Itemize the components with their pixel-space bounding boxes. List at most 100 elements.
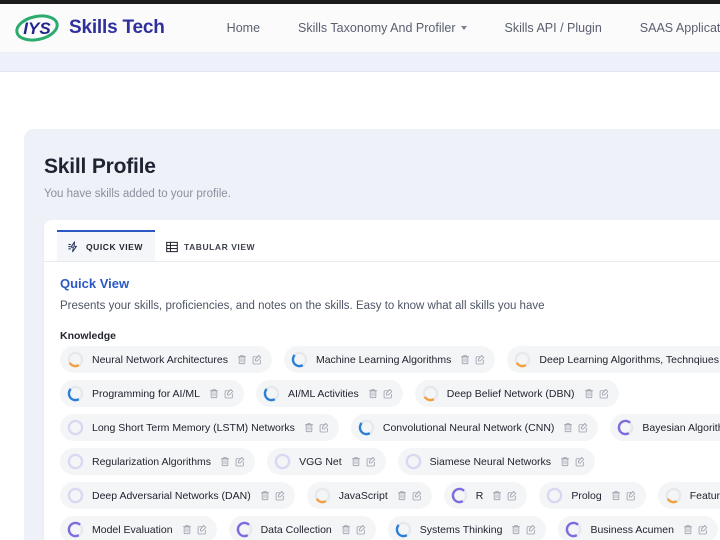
trash-icon[interactable] [560, 456, 570, 467]
trash-icon[interactable] [611, 490, 621, 501]
tab-tabular-view[interactable]: TABULAR VIEW [155, 230, 267, 261]
edit-icon[interactable] [475, 354, 485, 365]
skill-chip[interactable]: Feature Engineering [657, 482, 720, 509]
trash-icon[interactable] [368, 388, 378, 399]
nav-links: Home Skills Taxonomy And Profiler Skills… [227, 21, 720, 35]
proficiency-ring-icon [422, 385, 439, 402]
edit-icon[interactable] [526, 524, 536, 535]
page-content: Skill Profile You have skills added to y… [0, 72, 720, 540]
proficiency-ring-icon [395, 521, 412, 538]
skill-chip[interactable]: Long Short Term Memory (LSTM) Networks [60, 414, 339, 441]
trash-icon[interactable] [209, 388, 219, 399]
nav-accent-strip [0, 53, 720, 72]
edit-icon[interactable] [412, 490, 422, 501]
skill-chip-label: Long Short Term Memory (LSTM) Networks [92, 421, 295, 434]
edit-icon[interactable] [698, 524, 708, 535]
trash-icon[interactable] [563, 422, 573, 433]
skill-chip[interactable]: Prolog [539, 482, 646, 509]
edit-icon[interactable] [578, 422, 588, 433]
edit-icon[interactable] [275, 490, 285, 501]
skill-chip[interactable]: R [443, 482, 528, 509]
nav-item-skills-taxonomy-and-profiler[interactable]: Skills Taxonomy And Profiler [298, 21, 467, 35]
skill-chip-row: Deep Adversarial Networks (DAN) JavaScrip… [60, 482, 720, 509]
tab-label: TABULAR VIEW [183, 241, 256, 252]
proficiency-ring-icon [515, 351, 531, 368]
edit-icon[interactable] [575, 456, 585, 467]
trash-icon[interactable] [182, 524, 192, 535]
trash-icon[interactable] [584, 388, 594, 399]
trash-icon[interactable] [460, 354, 470, 365]
trash-icon[interactable] [351, 456, 361, 467]
skill-chip-label: Prolog [571, 489, 602, 502]
skill-chip[interactable]: Deep Adversarial Networks (DAN) [60, 482, 295, 509]
skill-chip-label: Deep Belief Network (DBN) [446, 387, 575, 400]
skill-chip[interactable]: Systems Thinking [387, 516, 547, 540]
proficiency-ring-icon [67, 351, 84, 368]
skill-chip-label: R [475, 489, 484, 502]
skill-chip[interactable]: Machine Learning Algorithms [283, 346, 496, 373]
skill-chip[interactable]: Programming for AI/ML [60, 380, 244, 407]
skill-chip-actions [584, 388, 609, 399]
trash-icon[interactable] [492, 490, 502, 501]
skill-chip[interactable]: Deep Learning Algorithms, Technqiues, Mo… [507, 346, 720, 373]
trash-icon[interactable] [220, 456, 230, 467]
trash-icon[interactable] [304, 422, 314, 433]
nav-item-saas-applications[interactable]: SAAS Applications [640, 21, 720, 35]
edit-icon[interactable] [235, 456, 245, 467]
edit-icon[interactable] [626, 490, 636, 501]
skill-chip-actions [182, 524, 207, 535]
skill-chip-actions [351, 456, 376, 467]
skill-chip-actions [220, 456, 245, 467]
skill-chip[interactable]: VGG Net [267, 448, 386, 475]
skill-chip-actions [460, 354, 485, 365]
edit-icon[interactable] [383, 388, 393, 399]
tab-quick-view[interactable]: QUICK VIEW [57, 230, 155, 261]
edit-icon[interactable] [507, 490, 517, 501]
skill-chip[interactable]: Regularization Algorithms [60, 448, 256, 475]
trash-icon[interactable] [511, 524, 521, 535]
skill-chip-actions [368, 388, 393, 399]
skill-chip-label: Data Collection [260, 523, 332, 536]
edit-icon[interactable] [197, 524, 207, 535]
trash-icon[interactable] [237, 354, 247, 365]
skill-chip[interactable]: Business Acumen [558, 516, 718, 540]
proficiency-ring-icon [358, 419, 375, 436]
chevron-down-icon [460, 26, 467, 30]
skill-chip[interactable]: JavaScript [306, 482, 432, 509]
edit-icon[interactable] [319, 422, 329, 433]
skill-chip[interactable]: Siamese Neural Networks [397, 448, 596, 475]
quick-view-description: Presents your skills, proficiencies, and… [60, 300, 545, 312]
skill-chip-actions [209, 388, 234, 399]
trash-icon[interactable] [260, 490, 270, 501]
skill-chip-label: Business Acumen [590, 523, 674, 536]
proficiency-ring-icon [314, 487, 331, 504]
skill-profile-panel: Skill Profile You have skills added to y… [24, 129, 720, 540]
edit-icon[interactable] [224, 388, 234, 399]
app-viewport: IYS Skills Tech Home Skills Taxonomy And… [0, 0, 720, 540]
main-navbar: IYS Skills Tech Home Skills Taxonomy And… [0, 4, 720, 53]
edit-icon[interactable] [599, 388, 609, 399]
skill-chip-label: Neural Network Architectures [92, 353, 228, 366]
nav-item-home[interactable]: Home [227, 21, 260, 35]
brand-logo[interactable]: IYS Skills Tech [14, 13, 165, 43]
skill-chip-row: Neural Network Architectures Machine Lear… [60, 346, 720, 373]
trash-icon[interactable] [341, 524, 351, 535]
skill-chip[interactable]: Convolutional Neural Network (CNN) [350, 414, 599, 441]
edit-icon[interactable] [252, 354, 262, 365]
skill-chip-list: Neural Network Architectures Machine Lear… [60, 346, 720, 540]
skill-chip[interactable]: AI/ML Activities [255, 380, 403, 407]
edit-icon[interactable] [356, 524, 366, 535]
skill-profile-card: QUICK VIEW TABULAR VIEW Quick View Prese… [44, 220, 720, 540]
nav-item-skills-api-plugin[interactable]: Skills API / Plugin [505, 21, 602, 35]
skill-chip[interactable]: Data Collection [228, 516, 376, 540]
skill-chip[interactable]: Model Evaluation [60, 516, 217, 540]
table-icon [166, 241, 178, 253]
proficiency-ring-icon [405, 453, 421, 470]
skill-chip[interactable]: Neural Network Architectures [60, 346, 272, 373]
skill-chip[interactable]: Deep Belief Network (DBN) [414, 380, 619, 407]
edit-icon[interactable] [366, 456, 376, 467]
trash-icon[interactable] [397, 490, 407, 501]
section-label-knowledge: Knowledge [60, 330, 117, 342]
trash-icon[interactable] [683, 524, 693, 535]
skill-chip[interactable]: Bayesian Algorithms [610, 414, 720, 441]
